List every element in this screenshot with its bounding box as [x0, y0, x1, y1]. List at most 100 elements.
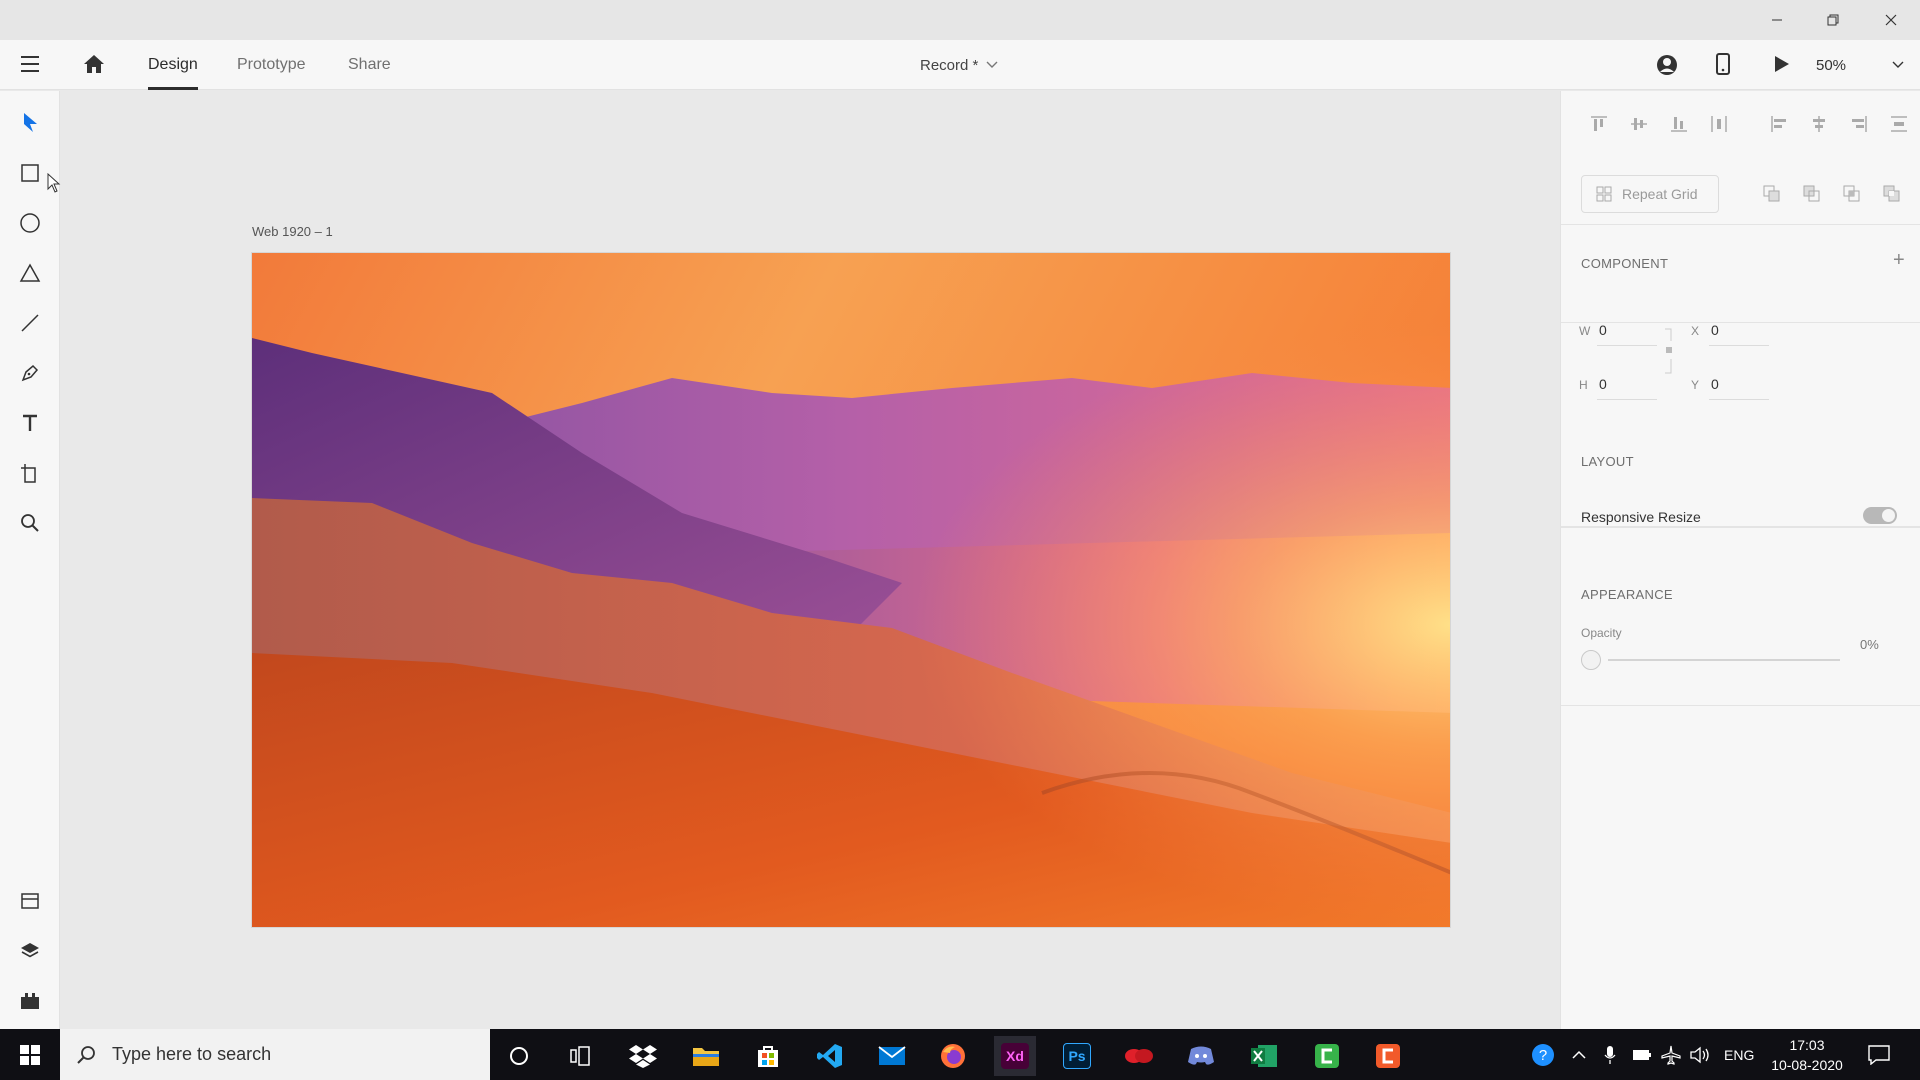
desert-landscape-image[interactable] [252, 253, 1451, 928]
taskbar-app-excel[interactable] [1243, 1036, 1285, 1076]
home-button[interactable] [83, 54, 105, 74]
document-title: Record * [920, 56, 979, 74]
x-input[interactable]: 0 [1711, 322, 1719, 338]
zoom-dropdown[interactable]: 50% [1816, 40, 1904, 90]
airplane-mode-tray-button[interactable] [1661, 1029, 1681, 1080]
height-input[interactable]: 0 [1599, 376, 1607, 392]
task-view-button[interactable] [559, 1036, 601, 1076]
help-tray-icon-wrap[interactable]: ? [1530, 1029, 1556, 1080]
plugins-panel-button[interactable] [15, 986, 45, 1016]
user-account-button[interactable] [1656, 54, 1678, 76]
taskbar-app-store[interactable] [747, 1036, 789, 1076]
restore-icon [1827, 14, 1839, 26]
distribute-vertical-button[interactable] [1888, 113, 1910, 135]
window-title-bar [0, 0, 1920, 40]
cortana-button[interactable] [498, 1036, 540, 1076]
boolean-exclude-button[interactable] [1881, 183, 1903, 205]
taskbar-app-orange[interactable] [1367, 1036, 1409, 1076]
microphone-tray-button[interactable] [1604, 1029, 1616, 1080]
width-input[interactable]: 0 [1599, 322, 1607, 338]
layers-panel-button[interactable] [15, 936, 45, 966]
repeat-grid-button[interactable]: Repeat Grid [1581, 175, 1719, 213]
close-button[interactable] [1868, 0, 1914, 40]
tab-share[interactable]: Share [348, 40, 391, 90]
pen-tool[interactable] [15, 358, 45, 388]
polygon-tool[interactable] [15, 258, 45, 288]
y-input[interactable]: 0 [1711, 376, 1719, 392]
add-component-button[interactable]: + [1893, 249, 1905, 272]
align-middle-button[interactable] [1628, 113, 1650, 135]
tab-prototype[interactable]: Prototype [237, 40, 305, 90]
user-icon [1657, 55, 1677, 75]
ellipse-icon [20, 213, 40, 233]
ellipse-tool[interactable] [15, 208, 45, 238]
zoom-tool[interactable] [15, 508, 45, 538]
help-icon: ? [1532, 1043, 1554, 1066]
hamburger-menu-button[interactable] [20, 55, 40, 73]
taskbar-app-dropbox[interactable] [622, 1036, 664, 1076]
align-bottom-button[interactable] [1668, 113, 1690, 135]
language-indicator[interactable]: ENG [1724, 1029, 1754, 1080]
red-app-icon [1125, 1049, 1153, 1063]
battery-tray-button[interactable] [1632, 1029, 1652, 1080]
show-hidden-icons-button[interactable] [1572, 1029, 1586, 1080]
repeat-grid-section [1561, 225, 1920, 323]
taskbar-clock[interactable]: 17:03 10-08-2020 [1762, 1035, 1852, 1075]
assets-panel-button[interactable] [15, 886, 45, 916]
align-center-button[interactable] [1808, 113, 1830, 135]
artboard-web-1920-1[interactable] [251, 252, 1451, 928]
close-icon [1885, 14, 1897, 26]
taskbar-app-file-explorer[interactable] [685, 1036, 727, 1076]
layout-divider [1561, 527, 1920, 528]
device-preview-button[interactable] [1716, 53, 1730, 75]
design-canvas[interactable]: Web 1920 – 1 [61, 91, 1559, 1029]
tab-design[interactable]: Design [148, 40, 198, 90]
responsive-resize-toggle[interactable] [1863, 507, 1897, 524]
assets-icon [21, 893, 39, 909]
align-center-icon [1813, 116, 1825, 132]
search-icon [77, 1045, 95, 1064]
taskbar-app-discord[interactable] [1180, 1036, 1222, 1076]
opacity-slider-handle[interactable] [1581, 650, 1601, 670]
taskbar-search-box[interactable]: Type here to search [60, 1029, 490, 1080]
artboard-label[interactable]: Web 1920 – 1 [252, 224, 333, 239]
align-left-button[interactable] [1768, 113, 1790, 135]
rectangle-tool[interactable] [15, 158, 45, 188]
play-preview-button[interactable] [1774, 55, 1790, 73]
taskbar-app-firefox[interactable] [932, 1036, 974, 1076]
align-right-button[interactable] [1848, 113, 1870, 135]
discord-icon [1188, 1046, 1214, 1065]
taskbar-app-red[interactable] [1118, 1036, 1160, 1076]
opacity-value[interactable]: 0% [1860, 637, 1879, 652]
taskbar-app-vscode[interactable] [809, 1036, 851, 1076]
line-tool[interactable] [15, 308, 45, 338]
select-tool[interactable] [15, 108, 45, 138]
taskbar-app-camtasia[interactable] [1306, 1036, 1348, 1076]
taskbar-app-mail[interactable] [871, 1036, 913, 1076]
distribute-horizontal-button[interactable] [1708, 113, 1730, 135]
boolean-intersect-button[interactable] [1841, 183, 1863, 205]
volume-tray-button[interactable] [1690, 1029, 1712, 1080]
lock-aspect-icon[interactable] [1663, 327, 1675, 377]
opacity-slider-track[interactable] [1608, 659, 1840, 661]
document-title-dropdown[interactable]: Record * [920, 40, 998, 90]
action-center-button[interactable] [1868, 1029, 1890, 1080]
artboard-tool[interactable] [15, 458, 45, 488]
plugin-icon [21, 993, 39, 1009]
taskbar-app-adobe-xd[interactable]: Xd [994, 1036, 1036, 1076]
restore-button[interactable] [1810, 0, 1856, 40]
layers-icon [21, 943, 39, 958]
boolean-subtract-button[interactable] [1801, 183, 1823, 205]
component-section [1561, 323, 1920, 527]
minimize-button[interactable] [1754, 0, 1800, 40]
height-label: H [1579, 378, 1588, 392]
text-tool[interactable] [15, 408, 45, 438]
start-button[interactable] [0, 1029, 60, 1080]
dropbox-icon [629, 1045, 657, 1068]
magnifier-icon [21, 514, 39, 532]
taskbar-app-photoshop[interactable]: Ps [1056, 1036, 1098, 1076]
boolean-add-button[interactable] [1761, 183, 1783, 205]
boolean-add-icon [1763, 185, 1780, 202]
align-top-button[interactable] [1588, 113, 1610, 135]
align-middle-icon [1631, 118, 1647, 130]
